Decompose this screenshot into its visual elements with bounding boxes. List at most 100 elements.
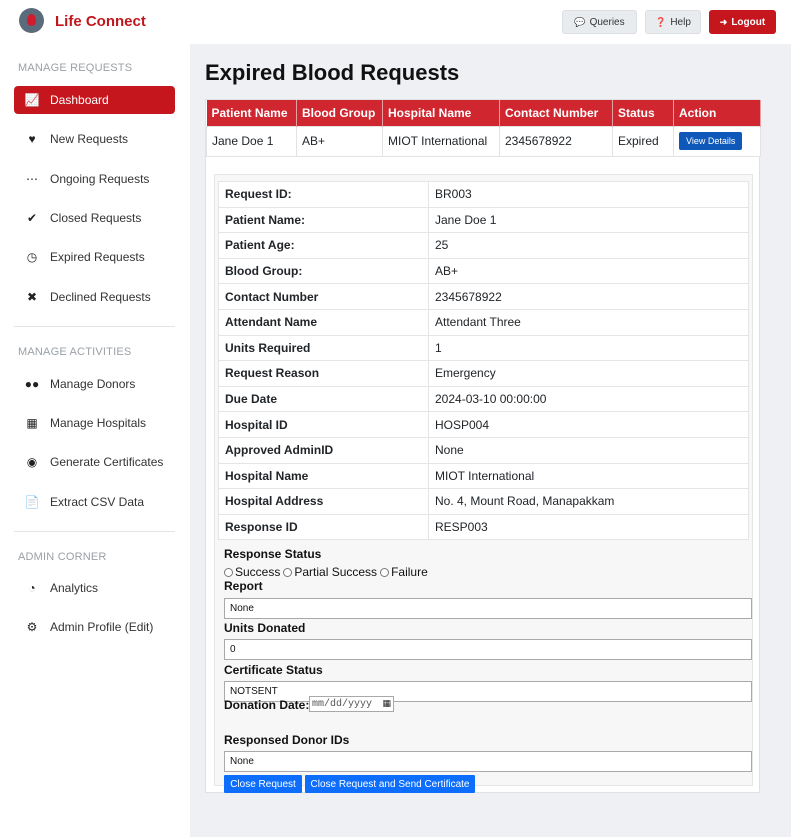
detail-row: Request Reason Emergency bbox=[218, 360, 749, 387]
sidebar-item-label: Generate Certificates bbox=[50, 455, 164, 469]
sidebar-item-ongoing-requests[interactable]: ⋯ Ongoing Requests bbox=[14, 165, 175, 193]
column-header: Hospital Name bbox=[382, 100, 500, 126]
column-header: Status bbox=[612, 100, 674, 126]
detail-key: Patient Name: bbox=[218, 206, 429, 234]
sidebar-item-label: New Requests bbox=[50, 132, 129, 146]
sidebar-item-manage-donors[interactable]: ●● Manage Donors bbox=[14, 370, 175, 398]
radio-failure[interactable]: Failure bbox=[380, 565, 428, 579]
donation-date-label: Donation Date: bbox=[224, 698, 310, 712]
queries-button[interactable]: 💬 Queries bbox=[562, 10, 637, 34]
responsed-donor-ids-input[interactable]: None bbox=[224, 751, 752, 772]
sidebar-item-new-requests[interactable]: ♥ New Requests bbox=[14, 125, 175, 153]
detail-key: Response ID bbox=[218, 513, 429, 541]
response-status-radio-group: Success Partial Success Failure bbox=[224, 565, 428, 579]
sidebar-item-closed-requests[interactable]: ✔ Closed Requests bbox=[14, 204, 175, 232]
detail-row: Hospital Address No. 4, Mount Road, Manap… bbox=[218, 488, 749, 515]
close-and-send-certificate-button[interactable]: Close Request and Send Certificate bbox=[305, 775, 475, 793]
radio-success[interactable]: Success bbox=[224, 565, 280, 579]
units-donated-input[interactable]: 0 bbox=[224, 639, 752, 660]
detail-value: BR003 bbox=[428, 181, 749, 208]
detail-row: Hospital Name MIOT International bbox=[218, 462, 749, 490]
chart-line-icon: 📈 bbox=[24, 93, 40, 107]
sidebar-item-dashboard[interactable]: 📈 Dashboard bbox=[14, 86, 175, 114]
detail-value: 2024-03-10 00:00:00 bbox=[428, 385, 749, 413]
detail-row: Approved AdminID None bbox=[218, 436, 749, 464]
detail-value: 25 bbox=[428, 232, 749, 259]
detail-key: Contact Number bbox=[218, 283, 429, 310]
detail-key: Hospital Name bbox=[218, 462, 429, 490]
radio-partial-success[interactable]: Partial Success bbox=[283, 565, 377, 579]
detail-value: MIOT International bbox=[428, 462, 749, 490]
sidebar-item-label: Dashboard bbox=[50, 93, 109, 107]
award-icon: ◉ bbox=[26, 455, 38, 469]
column-header: Action bbox=[673, 100, 761, 126]
comments-icon: 💬 bbox=[574, 16, 586, 27]
detail-value: 2345678922 bbox=[428, 283, 749, 310]
view-details-button[interactable]: View Details bbox=[679, 132, 743, 150]
detail-value: Attendant Three bbox=[428, 308, 749, 336]
detail-row: Patient Age: 25 bbox=[218, 232, 749, 259]
queries-label: Queries bbox=[589, 16, 625, 28]
sidebar-item-extract-csv-data[interactable]: 📄 Extract CSV Data bbox=[14, 488, 175, 516]
section-title-admin-corner: ADMIN CORNER bbox=[18, 551, 107, 563]
radio-circle-icon bbox=[283, 568, 293, 578]
detail-key: Due Date bbox=[218, 385, 429, 413]
detail-key: Attendant Name bbox=[218, 308, 429, 336]
radio-label: Failure bbox=[391, 565, 428, 579]
hand-holding-heart-icon: ♥ bbox=[28, 132, 36, 146]
calendar-icon[interactable]: ▦ bbox=[382, 699, 391, 709]
users-icon: ●● bbox=[24, 377, 40, 391]
certificate-status-label: Certificate Status bbox=[224, 663, 323, 677]
times-circle-icon: ✖ bbox=[26, 290, 38, 304]
spinner-icon: ⋯ bbox=[26, 172, 38, 186]
detail-value: HOSP004 bbox=[428, 411, 749, 438]
detail-value: No. 4, Mount Road, Manapakkam bbox=[428, 488, 749, 515]
csv-file-icon: 📄 bbox=[24, 495, 40, 509]
hospital-icon: ▦ bbox=[26, 416, 38, 430]
detail-row: Hospital ID HOSP004 bbox=[218, 411, 749, 438]
detail-value: RESP003 bbox=[428, 513, 749, 541]
sidebar-item-analytics[interactable]: ◔ Analytics bbox=[14, 574, 175, 602]
cell-patient-name: Jane Doe 1 bbox=[206, 125, 297, 157]
detail-key: Approved AdminID bbox=[218, 436, 429, 464]
section-title-manage-requests: MANAGE REQUESTS bbox=[18, 62, 133, 74]
radio-circle-icon bbox=[380, 568, 390, 578]
detail-value: 1 bbox=[428, 334, 749, 362]
sidebar-item-manage-hospitals[interactable]: ▦ Manage Hospitals bbox=[14, 409, 175, 437]
detail-value: Emergency bbox=[428, 360, 749, 387]
cell-action: View Details bbox=[673, 125, 761, 157]
section-title-manage-activities: MANAGE ACTIVITIES bbox=[18, 346, 132, 358]
donation-date-input[interactable]: mm/dd/yyyy ▦ bbox=[309, 696, 394, 712]
cell-status: Expired bbox=[612, 125, 674, 157]
top-header: Life Connect 💬 Queries ❓ Help ➜ Logout bbox=[0, 0, 791, 44]
sidebar-item-expired-requests[interactable]: ◷ Expired Requests bbox=[14, 243, 175, 271]
logout-label: Logout bbox=[731, 16, 766, 28]
column-header: Patient Name bbox=[206, 100, 297, 126]
check-circle-icon: ✔ bbox=[26, 211, 38, 225]
column-header: Contact Number bbox=[499, 100, 613, 126]
report-label: Report bbox=[224, 579, 263, 593]
close-request-button[interactable]: Close Request bbox=[224, 775, 302, 793]
units-donated-label: Units Donated bbox=[224, 621, 306, 635]
radio-label: Success bbox=[235, 565, 281, 579]
detail-row: Response ID RESP003 bbox=[218, 513, 749, 541]
sidebar-item-declined-requests[interactable]: ✖ Declined Requests bbox=[14, 283, 175, 311]
logout-button[interactable]: ➜ Logout bbox=[709, 10, 776, 34]
help-button[interactable]: ❓ Help bbox=[645, 10, 701, 34]
sidebar-item-label: Ongoing Requests bbox=[50, 172, 150, 186]
detail-row: Due Date 2024-03-10 00:00:00 bbox=[218, 385, 749, 413]
sidebar-item-admin-profile[interactable]: ⚙ Admin Profile (Edit) bbox=[14, 613, 175, 641]
clock-icon: ◷ bbox=[26, 250, 38, 264]
sidebar-item-label: Closed Requests bbox=[50, 211, 142, 225]
sidebar-item-label: Extract CSV Data bbox=[50, 495, 145, 509]
app-title: Life Connect bbox=[55, 13, 146, 30]
report-input[interactable]: None bbox=[224, 598, 752, 619]
cell-contact-number: 2345678922 bbox=[499, 125, 613, 157]
sidebar-item-label: Manage Hospitals bbox=[50, 416, 147, 430]
detail-row: Units Required 1 bbox=[218, 334, 749, 362]
pie-chart-icon: ◔ bbox=[28, 581, 36, 595]
sidebar-item-generate-certificates[interactable]: ◉ Generate Certificates bbox=[14, 448, 175, 476]
sidebar-item-label: Expired Requests bbox=[50, 250, 145, 264]
detail-value: AB+ bbox=[428, 257, 749, 285]
detail-row: Attendant Name Attendant Three bbox=[218, 308, 749, 336]
